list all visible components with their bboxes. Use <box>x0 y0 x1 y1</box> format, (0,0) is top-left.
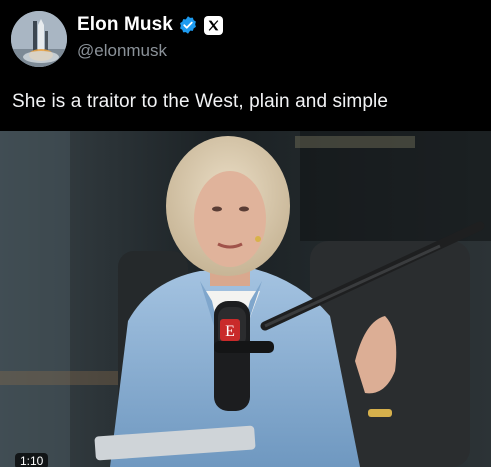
x-logo-icon <box>203 15 223 35</box>
author-name-row: Elon Musk <box>77 13 223 37</box>
author-avatar[interactable] <box>11 11 67 67</box>
author-display-name[interactable]: Elon Musk <box>77 14 173 36</box>
video-duration: 1:10 <box>15 453 49 467</box>
rocket-launch-avatar-icon <box>11 11 67 67</box>
author-handle[interactable]: @elonmusk <box>77 41 167 61</box>
post-card: Elon Musk @elonmusk She is a traitor to … <box>0 0 494 467</box>
video-player[interactable]: E <box>0 131 491 467</box>
video-frame: E <box>0 131 491 467</box>
post-text: She is a traitor to the West, plain and … <box>12 91 388 112</box>
verified-badge-icon <box>180 16 196 34</box>
mic-logo-letter: E <box>225 323 235 340</box>
